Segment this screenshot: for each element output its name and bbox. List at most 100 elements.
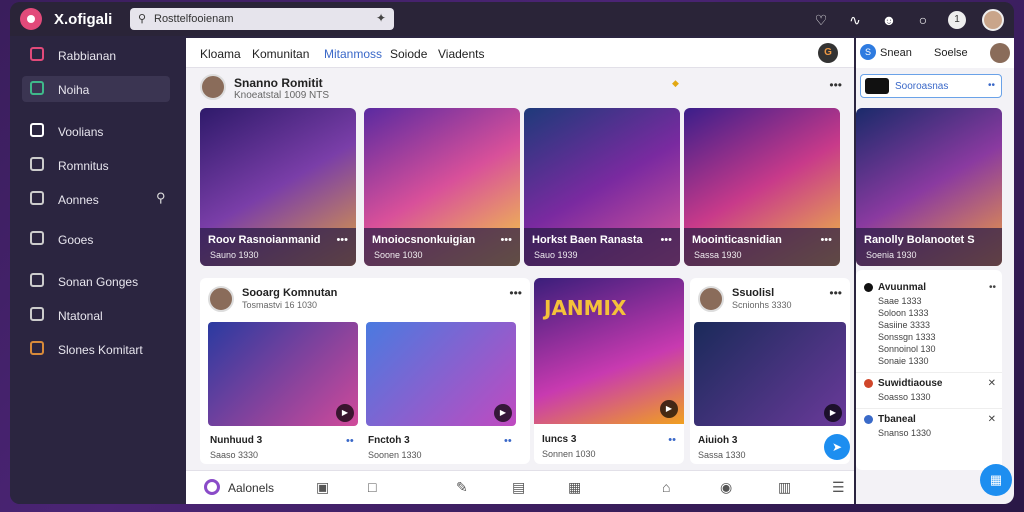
feed-card[interactable]: Horkst Baen Ranasta Sauo 1939 ••• [524, 108, 680, 266]
play-icon[interactable]: ▶ [336, 404, 354, 422]
chat-fab[interactable]: ▦ [980, 464, 1012, 496]
post-card[interactable]: Ssuolisl Scnionhs 3330 ••• ▶ Aiuioh 3 Sa… [690, 278, 850, 464]
box-icon[interactable]: □ [368, 479, 376, 495]
card-caption: Mnoiocsnonkuigian Soone 1030 ••• [364, 228, 520, 266]
bell-icon[interactable]: ♡ [812, 12, 830, 29]
avatar[interactable] [200, 74, 226, 100]
post-author[interactable]: Sooarg Komnutan [242, 287, 337, 299]
more-icon[interactable]: •• [346, 435, 354, 447]
search-icon[interactable]: ⚲ [156, 190, 166, 206]
lock-icon[interactable]: ▥ [778, 479, 791, 496]
card-title: Ranolly Bolanootet S [864, 234, 975, 246]
camera-icon[interactable]: ▣ [316, 479, 329, 496]
sidebar-item-label: Noiha [58, 83, 90, 97]
sidebar-item-label: Ntatonal [58, 309, 103, 323]
compass-icon[interactable]: ◉ [720, 479, 732, 496]
top-bar: X.ofigali ⚲ Rosttelfooienam ✦ ♡ ∿ ☻ ○ 1 [10, 2, 1014, 36]
status-dot-icon [864, 379, 873, 388]
chat-icon[interactable]: ☻ [880, 12, 898, 28]
main-content: G Kloama Komunitan Mitanmoss Soiode Viadents… [186, 38, 854, 504]
more-icon[interactable]: •• [504, 435, 512, 447]
user-avatar[interactable] [982, 9, 1004, 31]
sidebar-item[interactable]: Sonan Gonges [22, 268, 170, 294]
more-icon[interactable]: ••• [829, 286, 842, 300]
home-icon[interactable] [204, 479, 220, 495]
sidebar-item[interactable]: Aonnes [22, 186, 170, 212]
sidebar-item[interactable]: Noiha [22, 76, 170, 102]
gem-icon: ◆ [672, 78, 679, 88]
badge-icon[interactable]: 1 [948, 11, 966, 29]
more-icon[interactable]: •• [989, 282, 996, 293]
list-item-line: Sonssgn 1333 [878, 332, 936, 342]
more-icon[interactable]: •• [668, 434, 676, 446]
s-avatar-icon[interactable]: S [860, 44, 876, 60]
sidebar-item[interactable]: Slones Komitart [22, 336, 170, 362]
bottom-bar-label[interactable]: Aalonels [228, 481, 274, 495]
card-meta: Soone 1030 [374, 250, 423, 260]
card-meta: Sauo 1939 [534, 250, 578, 260]
nav-tab[interactable]: Soiode [390, 47, 427, 61]
more-icon[interactable]: ••• [336, 234, 348, 246]
close-icon[interactable]: ✕ [988, 378, 996, 389]
play-icon[interactable]: ▶ [660, 400, 678, 418]
list-item-line: Snanso 1330 [878, 428, 932, 438]
sidebar-item[interactable]: Voolians [22, 118, 170, 144]
home-icon[interactable]: ⌂ [662, 479, 670, 495]
post-author[interactable]: Ssuolisl [732, 287, 774, 299]
post-thumbnail[interactable]: ▶ [366, 322, 516, 426]
nav-tab[interactable]: Komunitan [252, 47, 309, 61]
media-icon[interactable]: ▦ [568, 479, 581, 496]
sidebar-item[interactable]: Rabbianan [22, 42, 170, 68]
wand-icon[interactable]: ✦ [376, 11, 386, 25]
play-icon[interactable]: ▶ [824, 404, 842, 422]
top-bar-icons: ♡ ∿ ☻ ○ 1 [812, 9, 1004, 31]
more-icon[interactable]: ••• [509, 286, 522, 300]
feed-author[interactable]: Snanno Romitit [234, 76, 323, 90]
sidebar-item-label: Rabbianan [58, 49, 117, 63]
post-thumbnail[interactable]: ▶ [208, 322, 358, 426]
close-icon[interactable]: ✕ [988, 414, 996, 425]
right-selected-box[interactable]: Sooroasnas •• [860, 74, 1002, 98]
nav-tab[interactable]: Viadents [438, 47, 484, 61]
compose-fab[interactable]: ➤ [824, 434, 850, 460]
play-icon[interactable]: ▶ [494, 404, 512, 422]
activity-icon[interactable]: ∿ [846, 12, 864, 29]
nav-tab[interactable]: Kloama [200, 47, 241, 61]
feed-card[interactable]: Mnoiocsnonkuigian Soone 1030 ••• [364, 108, 520, 266]
feed-card[interactable]: JANMIX ▶ Iuncs 3 Sonnen 1030 •• [534, 278, 684, 464]
nav-avatar[interactable]: G [818, 43, 838, 63]
more-icon[interactable]: ••• [660, 234, 672, 246]
post-card[interactable]: Sooarg Komnutan Tosmastvi 16 1030 ••• ▶ … [200, 278, 530, 464]
game-icon [30, 191, 44, 205]
avatar[interactable] [990, 43, 1010, 63]
post-thumbnail[interactable]: ▶ [694, 322, 846, 426]
heart-icon[interactable]: ○ [914, 12, 932, 28]
card-image[interactable]: JANMIX ▶ [534, 278, 684, 424]
more-icon[interactable]: ••• [829, 78, 842, 92]
more-icon[interactable]: ••• [500, 234, 512, 246]
calendar-icon [30, 273, 44, 287]
sidebar-item[interactable]: Ntatonal [22, 302, 170, 328]
nav-tab[interactable]: Mitanmoss [324, 47, 382, 61]
more-icon[interactable]: •• [988, 80, 995, 91]
feed-header: Snanno Romitit Knoeatstal 1009 NTS ◆ ••• [196, 74, 846, 104]
search-input[interactable]: ⚲ Rosttelfooienam ✦ [130, 8, 394, 30]
menu-icon[interactable]: ☰ [832, 479, 845, 496]
sidebar-item[interactable]: Gooes [22, 226, 170, 252]
pen-icon[interactable]: ✎ [456, 479, 468, 496]
list-item-title: Avuunmal [878, 282, 926, 293]
avatar[interactable] [698, 286, 724, 312]
right-feed-card[interactable]: Ranolly Bolanootet S Soenia 1930 [856, 108, 1002, 266]
sidebar: Rabbianan Noiha Voolians Romnitus Aonnes Gooe… [10, 36, 184, 504]
sidebar-item-label: Aonnes [58, 193, 99, 207]
app-logo-icon[interactable] [20, 8, 42, 30]
avatar[interactable] [208, 286, 234, 312]
feed-card[interactable]: Moointicasnidian Sassa 1930 ••• [684, 108, 840, 266]
right-top-label[interactable]: Soelse [934, 47, 968, 59]
list-item-line: Soasso 1330 [878, 392, 931, 402]
layout-icon[interactable]: ▤ [512, 479, 525, 496]
feed-card[interactable]: Roov Rasnoianmanid Sauno 1930 ••• [200, 108, 356, 266]
right-top-label[interactable]: Snean [880, 47, 912, 59]
sidebar-item[interactable]: Romnitus [22, 152, 170, 178]
more-icon[interactable]: ••• [820, 234, 832, 246]
